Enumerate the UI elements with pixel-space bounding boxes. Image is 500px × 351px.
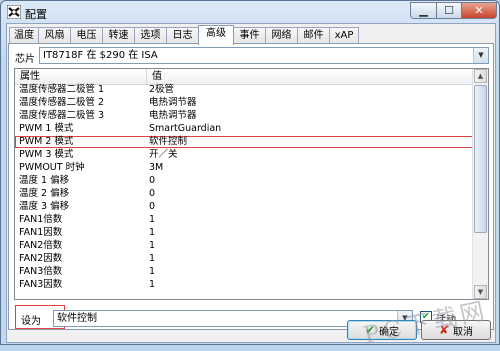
list-item[interactable]: PWM 3 模式 开／关	[15, 149, 474, 161]
maximize-icon: ☐	[444, 4, 454, 17]
list-item[interactable]: 温度传感器二极管 1 2极管	[15, 84, 474, 96]
tab-log[interactable]: 日志	[166, 27, 199, 44]
list-item[interactable]: PWM 2 模式 软件控制	[15, 136, 474, 148]
property-name: FAN1倍数	[19, 214, 63, 225]
close-icon: ✕	[474, 4, 484, 17]
property-name: PWMOUT 时钟	[19, 162, 85, 173]
set-label: 设为	[21, 316, 41, 327]
list-item[interactable]: FAN3因数 1	[15, 279, 474, 291]
property-value: 0	[149, 175, 156, 186]
scrollbar-thumb[interactable]	[474, 85, 487, 233]
maximize-button[interactable]: ☐	[436, 2, 462, 19]
list-item[interactable]: 温度 1 偏移 0	[15, 175, 474, 187]
tab-strip: 温度 风扇 电压 转速 选项 日志 高级 事件 网络 邮件 xAP	[7, 25, 495, 45]
close-button[interactable]: ✕	[461, 2, 497, 19]
property-value: 开／关	[149, 149, 178, 160]
property-name: FAN3倍数	[19, 266, 63, 277]
tab-speed[interactable]: 转速	[102, 27, 135, 44]
column-header-property[interactable]: 属性	[15, 69, 147, 84]
list-item[interactable]: FAN2因数 1	[15, 253, 474, 265]
list-item[interactable]: PWM 1 模式 SmartGuardian	[15, 123, 474, 135]
property-value: 0	[149, 201, 156, 212]
tab-events[interactable]: 事件	[233, 27, 266, 44]
app-icon	[7, 5, 21, 19]
property-value: 1	[149, 227, 156, 238]
setting-value: 软件控制	[57, 313, 97, 324]
property-name: PWM 2 模式	[19, 136, 74, 147]
scroll-up-icon[interactable]: ▲	[474, 69, 487, 83]
title-bar[interactable]: 配置 ▁ ☐ ✕	[1, 1, 499, 23]
property-value: 0	[149, 188, 156, 199]
property-value: 1	[149, 279, 156, 290]
chevron-down-icon[interactable]: ▼	[473, 48, 488, 63]
list-item[interactable]: 温度 3 偏移 0	[15, 201, 474, 213]
vertical-scrollbar[interactable]: ▲ ▼	[472, 69, 488, 299]
tab-options[interactable]: 选项	[134, 27, 167, 44]
list-item[interactable]: FAN2倍数 1	[15, 240, 474, 252]
chip-value: IT8718F 在 $290 在 ISA	[43, 50, 158, 61]
property-name: 温度传感器二极管 2	[19, 97, 105, 108]
property-value: 1	[149, 253, 156, 264]
tab-advanced[interactable]: 高级	[198, 25, 234, 45]
property-value: 1	[149, 266, 156, 277]
list-item[interactable]: 温度传感器二极管 3 电热调节器	[15, 110, 474, 122]
property-name: FAN1因数	[19, 227, 63, 238]
list-header: 属性 值	[15, 69, 474, 85]
list-item[interactable]: FAN1倍数 1	[15, 214, 474, 226]
property-name: 温度传感器二极管 3	[19, 110, 105, 121]
tab-mail[interactable]: 邮件	[297, 27, 330, 44]
tab-temperature[interactable]: 温度	[9, 27, 39, 44]
property-value: 1	[149, 240, 156, 251]
property-name: FAN2因数	[19, 253, 63, 264]
list-item[interactable]: 温度 2 偏移 0	[15, 188, 474, 200]
list-rows: 温度传感器二极管 1 2极管 温度传感器二极管 2 电热调节器 温度传感器二极管 3 电热…	[15, 84, 474, 299]
minimize-button[interactable]: ▁	[410, 2, 437, 19]
chip-label: 芯片	[15, 54, 35, 65]
list-item[interactable]: 温度传感器二极管 2 电热调节器	[15, 97, 474, 109]
property-value: 3M	[149, 162, 164, 173]
property-name: PWM 1 模式	[19, 123, 74, 134]
property-name: FAN2倍数	[19, 240, 63, 251]
property-value: 1	[149, 214, 156, 225]
property-value: SmartGuardian	[149, 123, 222, 134]
property-name: 温度 3 偏移	[19, 201, 70, 212]
dialog-client: 温度 风扇 电压 转速 选项 日志 高级 事件 网络 邮件 xAP 芯片 IT8…	[6, 23, 496, 343]
property-name: FAN3因数	[19, 279, 63, 290]
list-item[interactable]: FAN1因数 1	[15, 227, 474, 239]
property-value: 电热调节器	[149, 97, 197, 108]
config-window: 配置 ▁ ☐ ✕ 温度 风扇 电压 转速 选项 日志 高级 事件 网络 邮件 x…	[0, 0, 500, 350]
chip-dropdown[interactable]: IT8718F 在 $290 在 ISA ▼	[39, 47, 489, 64]
property-list[interactable]: 属性 值 温度传感器二极管 1 2极管 温度传感器二极管 2 电热调节器 温度传感器二极…	[14, 68, 489, 300]
property-name: PWM 3 模式	[19, 149, 74, 160]
advanced-panel: 芯片 IT8718F 在 $290 在 ISA ▼ 属性 值 温度传感器二极管 …	[8, 43, 494, 330]
property-value: 2极管	[149, 84, 175, 95]
tab-network[interactable]: 网络	[265, 27, 298, 44]
column-header-value[interactable]: 值	[147, 69, 474, 84]
tab-voltage[interactable]: 电压	[70, 27, 103, 44]
tab-xap[interactable]: xAP	[329, 27, 359, 44]
tab-fans[interactable]: 风扇	[38, 27, 71, 44]
property-value: 电热调节器	[149, 110, 197, 121]
property-name: 温度 2 偏移	[19, 188, 70, 199]
list-item[interactable]: FAN3倍数 1	[15, 266, 474, 278]
minimize-icon: ▁	[419, 4, 428, 17]
list-item[interactable]: PWMOUT 时钟 3M	[15, 162, 474, 174]
property-name: 温度 1 偏移	[19, 175, 70, 186]
property-value: 软件控制	[149, 136, 188, 147]
window-title: 配置	[25, 8, 47, 21]
property-name: 温度传感器二极管 1	[19, 84, 105, 95]
